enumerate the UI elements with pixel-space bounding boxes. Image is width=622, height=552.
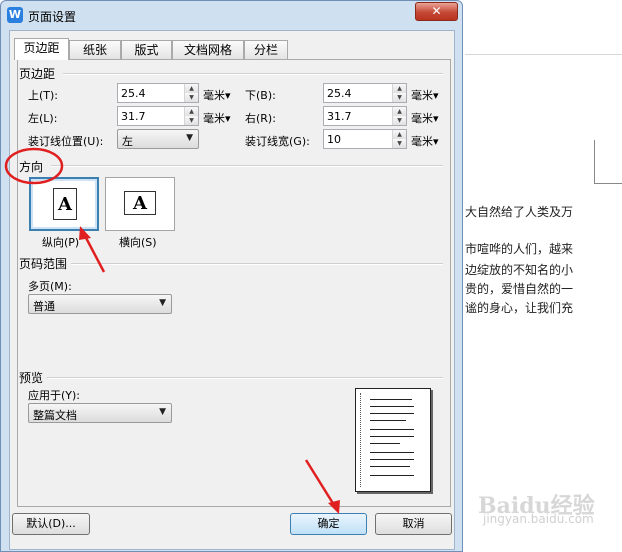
portrait-arrow-line	[82, 233, 106, 273]
ok-arrow-line	[304, 459, 336, 506]
portrait-arrow-head	[79, 226, 91, 240]
ok-arrow-head	[328, 500, 340, 514]
tutorial-annotations	[4, 147, 340, 514]
orientation-highlight-circle	[4, 147, 64, 185]
tab-margins[interactable]: 页边距	[14, 38, 69, 60]
